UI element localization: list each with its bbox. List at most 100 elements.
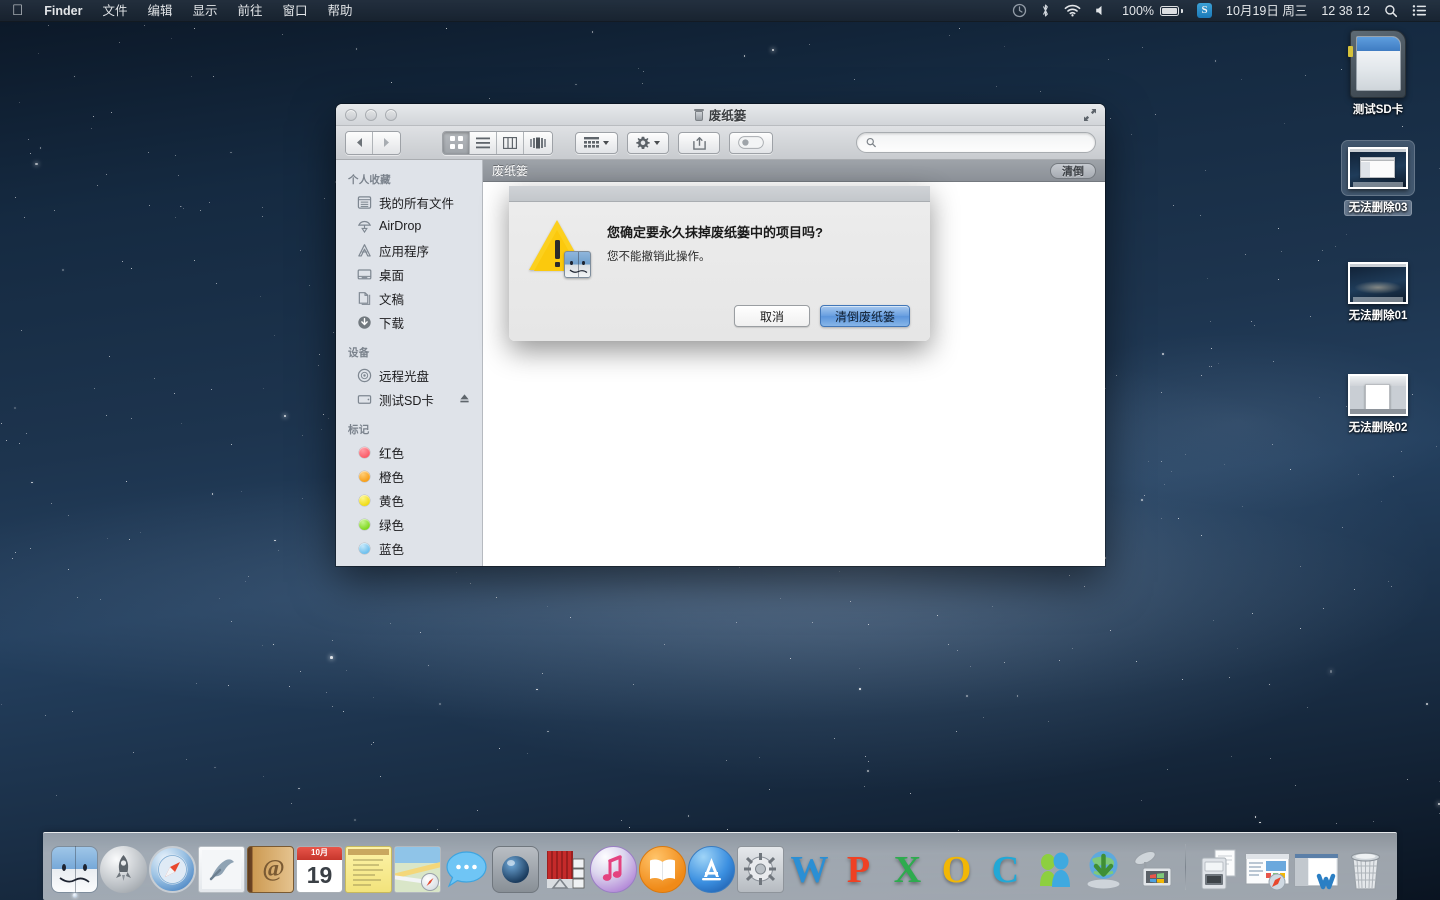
sidebar-item-label: 测试SD卡 — [379, 390, 434, 409]
sidebar-section-tags-header: 标记 — [336, 418, 482, 440]
menu-app-name[interactable]: Finder — [34, 0, 92, 22]
sidebar-item-desktop[interactable]: 桌面 — [336, 262, 482, 286]
fullscreen-button[interactable] — [1083, 108, 1097, 122]
dock-item-wps-presentation[interactable]: P — [835, 846, 882, 893]
dock-item-contacts[interactable]: @ — [247, 846, 294, 893]
sidebar-item-downloads[interactable]: 下载 — [336, 310, 482, 334]
navigation-buttons[interactable] — [345, 131, 401, 155]
sidebar-item-label: 紫色 — [379, 563, 404, 567]
input-method-icon[interactable]: S — [1190, 0, 1219, 22]
column-view-button[interactable] — [497, 132, 524, 154]
finder-titlebar[interactable]: 废纸篓 — [336, 104, 1105, 126]
sidebar-item-airdrop[interactable]: AirDrop — [336, 214, 482, 238]
icon-view-button[interactable] — [443, 132, 470, 154]
sidebar-item-tag-orange[interactable]: 橙色 — [336, 464, 482, 488]
dock-item-maps[interactable] — [394, 846, 441, 893]
sidebar-item-tag-red[interactable]: 红色 — [336, 440, 482, 464]
sidebar-item-all-my-files[interactable]: 我的所有文件 — [336, 190, 482, 214]
dock-item-launchpad[interactable] — [100, 846, 147, 893]
dock[interactable]: @ 10月 19 — [0, 828, 1440, 900]
sidebar-item-tag-purple[interactable]: 紫色 — [336, 560, 482, 566]
action-button[interactable] — [627, 132, 669, 154]
dock-item-parallels-windows[interactable] — [1129, 846, 1176, 893]
search-field[interactable] — [856, 132, 1096, 153]
forward-button[interactable] — [373, 132, 400, 154]
desktop-icon-wufashanchu-02[interactable]: 无法删除02 — [1324, 374, 1432, 436]
sidebar-item-tag-green[interactable]: 绿色 — [336, 512, 482, 536]
desktop[interactable]:  Finder 文件 编辑 显示 前往 窗口 帮助 — [0, 0, 1440, 900]
dock-item-ibooks[interactable] — [639, 846, 686, 893]
dock-item-calendar[interactable]: 10月 19 — [296, 846, 343, 893]
sidebar-item-remote-disc[interactable]: 远程光盘 — [336, 363, 482, 387]
gear-icon — [636, 136, 650, 150]
dock-item-photobooth[interactable] — [541, 846, 588, 893]
share-button[interactable] — [678, 132, 720, 154]
tag-toggle-button[interactable] — [729, 132, 773, 154]
dock-item-wps-office[interactable]: O — [933, 846, 980, 893]
finder-sidebar[interactable]: 个人收藏 我的所有文件 AirDrop — [336, 160, 483, 566]
sidebar-item-tag-blue[interactable]: 蓝色 — [336, 536, 482, 560]
dock-stack-recent-document[interactable] — [1293, 846, 1340, 893]
menubar-clock[interactable]: 12 38 12 — [1314, 0, 1377, 22]
desktop-icon-sd-card[interactable]: 测试SD卡 — [1324, 30, 1432, 118]
sidebar-item-tag-yellow[interactable]: 黄色 — [336, 488, 482, 512]
path-label: 废纸篓 — [492, 162, 528, 179]
dock-item-itunes[interactable] — [590, 846, 637, 893]
dock-item-wps-writer[interactable]: W — [786, 846, 833, 893]
dock-item-wps-cloud[interactable]: C — [982, 846, 1029, 893]
empty-trash-button[interactable]: 清倒 — [1050, 163, 1096, 179]
finder-toolbar[interactable] — [336, 126, 1105, 160]
dock-item-finder[interactable] — [51, 846, 98, 893]
menubar-date[interactable]: 10月19日 周三 — [1219, 0, 1314, 22]
menu-item-help[interactable]: 帮助 — [318, 0, 363, 22]
menu-item-edit[interactable]: 编辑 — [137, 0, 182, 22]
dock-item-wps-spreadsheet[interactable]: X — [884, 846, 931, 893]
cancel-button[interactable]: 取消 — [734, 305, 810, 327]
dialog-buttons[interactable]: 取消 清倒废纸篓 — [734, 305, 910, 327]
search-input[interactable] — [881, 137, 1086, 149]
empty-trash-confirm-button[interactable]: 清倒废纸篓 — [820, 305, 910, 327]
sidebar-item-documents[interactable]: 文稿 — [336, 286, 482, 310]
dock-stack-downloads[interactable] — [1244, 846, 1291, 893]
dock-item-safari[interactable] — [149, 846, 196, 893]
menu-item-window[interactable]: 窗口 — [273, 0, 318, 22]
sidebar-item-sd-card[interactable]: 测试SD卡 — [336, 387, 482, 411]
empty-trash-dialog[interactable]: 您确定要永久抹掉废纸篓中的项目吗? 您不能撤销此操作。 取消 清倒废纸篓 — [509, 186, 930, 341]
apple-logo-icon[interactable]:  — [0, 0, 34, 22]
menu-bar[interactable]:  Finder 文件 编辑 显示 前往 窗口 帮助 — [0, 0, 1440, 22]
desktop-icon-wufashanchu-03[interactable]: 无法删除03 — [1324, 140, 1432, 216]
coverflow-view-button[interactable] — [524, 132, 552, 154]
menu-item-file[interactable]: 文件 — [92, 0, 137, 22]
wifi-icon[interactable] — [1057, 0, 1088, 22]
eject-icon[interactable] — [459, 393, 470, 404]
dock-item-notes[interactable] — [345, 846, 392, 893]
battery-status[interactable]: 100% — [1115, 0, 1190, 22]
sidebar-item-label: 下载 — [379, 313, 404, 332]
dock-item-facetime[interactable] — [492, 846, 539, 893]
notification-center-icon[interactable] — [1405, 0, 1434, 22]
menu-item-view[interactable]: 显示 — [182, 0, 227, 22]
arrange-button[interactable] — [575, 132, 618, 154]
dock-item-messages[interactable] — [443, 846, 490, 893]
volume-icon[interactable] — [1088, 0, 1115, 22]
dock-stack-documents[interactable] — [1195, 846, 1242, 893]
spotlight-search-icon[interactable] — [1377, 0, 1405, 22]
view-mode-group[interactable] — [442, 131, 553, 155]
sidebar-item-label: 文稿 — [379, 289, 404, 308]
time-machine-icon[interactable] — [1005, 0, 1034, 22]
desktop-icon-wufashanchu-01[interactable]: 无法删除01 — [1324, 262, 1432, 324]
dock-item-system-preferences[interactable] — [737, 846, 784, 893]
dock-item-mail[interactable] — [198, 846, 245, 893]
menu-item-go[interactable]: 前往 — [228, 0, 273, 22]
dock-item-trash[interactable] — [1342, 846, 1389, 893]
dock-item-qq[interactable] — [1031, 846, 1078, 893]
bluetooth-icon[interactable] — [1034, 0, 1057, 22]
dock-item-appstore[interactable] — [688, 846, 735, 893]
list-view-button[interactable] — [470, 132, 497, 154]
dock-item-downloader[interactable] — [1080, 846, 1127, 893]
sidebar-item-label: 我的所有文件 — [379, 193, 454, 212]
back-button[interactable] — [346, 132, 373, 154]
dialog-message: 您不能撤销此操作。 — [607, 249, 823, 265]
sidebar-item-applications[interactable]: 应用程序 — [336, 238, 482, 262]
thumbnail-selection — [1341, 140, 1415, 196]
